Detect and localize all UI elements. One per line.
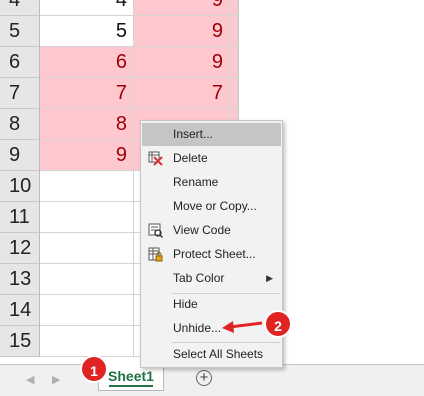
cell-a[interactable]	[40, 233, 134, 264]
cell-c[interactable]	[230, 78, 238, 109]
cell-a[interactable]: 9	[40, 140, 134, 171]
cell-a[interactable]: 5	[40, 16, 134, 47]
row-header[interactable]: 13	[0, 264, 40, 295]
cell-b[interactable]: 9	[134, 47, 230, 78]
menu-item-tab-color[interactable]: Tab Color ▶	[142, 267, 281, 290]
row-header[interactable]: 5	[0, 16, 40, 47]
menu-item-delete[interactable]: Delete	[142, 147, 281, 170]
cell-a[interactable]: 8	[40, 109, 134, 140]
cell-b[interactable]: 9	[134, 16, 230, 47]
annotation-badge-2: 2	[264, 310, 292, 338]
row-header[interactable]: 15	[0, 326, 40, 357]
view-code-icon	[148, 223, 164, 239]
menu-item-unhide[interactable]: Unhide...	[142, 317, 281, 340]
row-header[interactable]: 4	[0, 0, 40, 16]
menu-item-rename[interactable]: Rename	[142, 171, 281, 194]
menu-item-view-code[interactable]: View Code	[142, 219, 281, 242]
row-header[interactable]: 8	[0, 109, 40, 140]
row-header[interactable]: 9	[0, 140, 40, 171]
protect-sheet-icon	[148, 247, 163, 262]
row-header[interactable]: 10	[0, 171, 40, 202]
cell-a[interactable]	[40, 295, 134, 326]
cell-c[interactable]	[230, 16, 238, 47]
cell-c[interactable]	[230, 0, 238, 16]
row-header[interactable]: 14	[0, 295, 40, 326]
row-header[interactable]: 7	[0, 78, 40, 109]
cell-a[interactable]	[40, 264, 134, 295]
menu-item-hide[interactable]: Hide	[142, 293, 281, 316]
delete-sheet-icon	[148, 151, 163, 166]
menu-item-protect-sheet[interactable]: Protect Sheet...	[142, 243, 281, 266]
cell-a[interactable]	[40, 202, 134, 233]
sheet-tab-bar: ◀ ▶ Sheet1 +	[0, 364, 424, 396]
cell-b[interactable]: 9	[134, 0, 230, 16]
cell-b[interactable]: 7	[134, 78, 230, 109]
active-tab-underline	[109, 385, 153, 387]
submenu-arrow-icon: ▶	[266, 273, 273, 283]
chevron-right-icon[interactable]: ▶	[52, 373, 60, 386]
row-header[interactable]: 12	[0, 233, 40, 264]
annotation-badge-1: 1	[80, 355, 108, 383]
cell-c[interactable]	[230, 47, 238, 78]
menu-item-insert[interactable]: Insert...	[142, 123, 281, 146]
row-header[interactable]: 11	[0, 202, 40, 233]
cell-a[interactable]	[40, 171, 134, 202]
plus-circle-icon[interactable]: +	[196, 370, 212, 386]
sheet-context-menu: Insert... Delete Rename Move or Copy...	[140, 120, 283, 368]
row-header[interactable]: 6	[0, 47, 40, 78]
cell-a[interactable]	[40, 326, 134, 357]
cell-a[interactable]: 4	[40, 0, 134, 16]
chevron-left-icon[interactable]: ◀	[26, 373, 34, 386]
menu-item-select-all-sheets[interactable]: Select All Sheets	[142, 343, 281, 366]
cell-a[interactable]: 7	[40, 78, 134, 109]
cell-a[interactable]: 6	[40, 47, 134, 78]
menu-item-move-copy[interactable]: Move or Copy...	[142, 195, 281, 218]
sheet-tab-label: Sheet1	[108, 368, 154, 384]
